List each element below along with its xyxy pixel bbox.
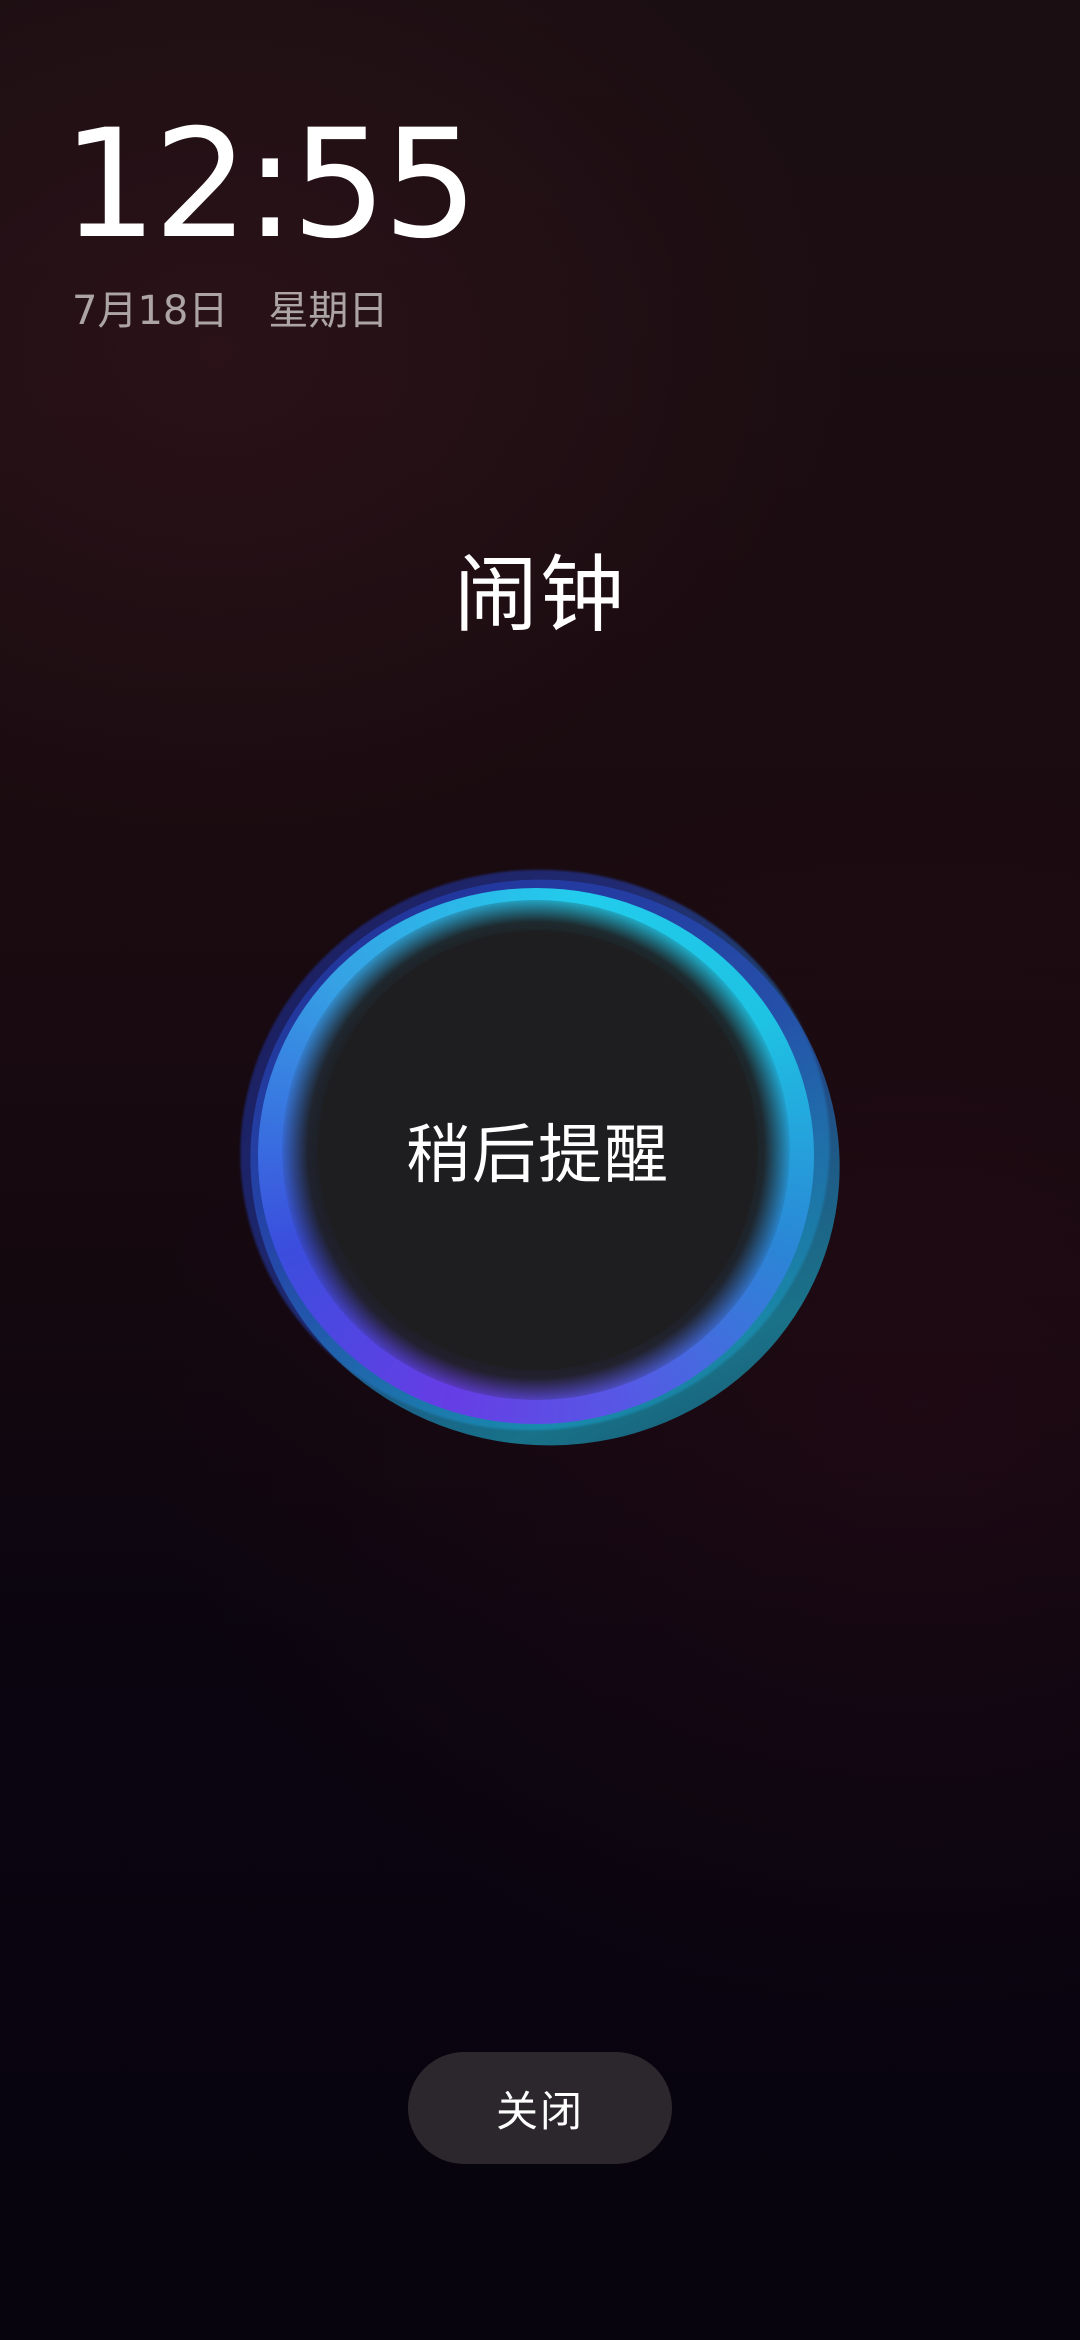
- snooze-control: 稍后提醒: [203, 831, 885, 1492]
- clock-date: 7月18日: [72, 288, 229, 334]
- snooze-button[interactable]: 稍后提醒: [318, 930, 758, 1370]
- alarm-title: 闹钟: [453, 546, 626, 644]
- lockscreen-clock: 12:55 7月18日 星期日: [62, 98, 478, 336]
- snooze-button-label: 稍后提醒: [406, 1119, 670, 1193]
- clock-date-row: 7月18日 星期日: [72, 278, 422, 336]
- clock-time: 12:55: [62, 98, 478, 272]
- dismiss-alarm-button[interactable]: 关闭: [408, 2052, 672, 2164]
- dismiss-alarm-label: 关闭: [495, 2086, 584, 2136]
- clock-weekday: 星期日: [268, 288, 389, 334]
